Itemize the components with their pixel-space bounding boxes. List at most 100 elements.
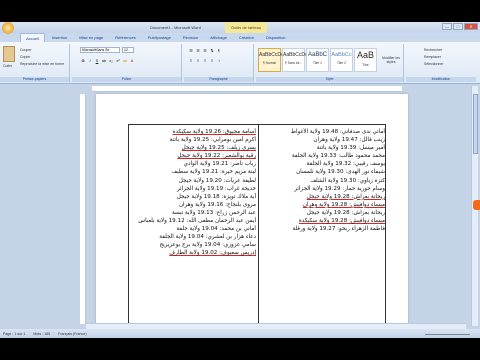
list-item: إدريس سعيوف: 19.02 ولاية الطارف (169, 250, 256, 257)
office-button[interactable] (2, 22, 14, 34)
tab-publipostage[interactable]: Publipostage (143, 33, 176, 42)
editing-group-label: Modification (406, 77, 476, 82)
list-item: فاطمة الزهراء ريحو: 19.27 ولاية ورقلة (292, 226, 385, 233)
subscript-button[interactable]: x₂ (108, 58, 114, 64)
page-count[interactable]: Page : 1 sur 1 (3, 332, 25, 336)
ribbon-tabs: Accueil Insertion Mise en page Référence… (0, 33, 480, 42)
italic-button[interactable]: I (87, 58, 93, 64)
list-item: أماني ندى صدفاني: 19.48 ولاية الأغواط (290, 129, 385, 135)
font-size-combo[interactable]: 12 (122, 47, 134, 53)
style-no-spacing-sample: AaBbCcDc (283, 52, 308, 58)
list-buttons: ☰ ☰ ☰ ⇅ ¶ (188, 48, 222, 54)
font-name-combo[interactable]: MicrosoftSans Se (80, 47, 120, 53)
highlight-icon[interactable]: ab (122, 58, 128, 64)
superscript-button[interactable]: x² (115, 58, 121, 64)
style-heading-1-caption: Titre 1 (313, 61, 322, 65)
sort-icon[interactable]: ⇅ (209, 48, 215, 54)
document-table[interactable]: أماني ندى صدفاني: 19.48 ولاية الأغواط زي… (128, 124, 386, 324)
tab-accueil[interactable]: Accueil (20, 33, 45, 42)
list-item: عبد الرحمن زراع: 19.13 ولاية تبسة (171, 209, 256, 216)
style-heading-2[interactable]: AaBbCc Titre 2 (330, 48, 353, 72)
font-format-buttons: G I S ab x₂ x² ab A (80, 58, 135, 64)
style-heading-2-caption: Titre 2 (337, 61, 346, 65)
list-item: ميساء دوافيش: 19.28 ولاية سكيكدة (298, 218, 385, 225)
vertical-ruler[interactable] (80, 94, 86, 324)
paste-label: Coller (3, 64, 13, 68)
replace-button[interactable]: Remplacer (424, 55, 441, 59)
align-buttons: ≡ ≡ ≡ ≡ ↕ (188, 58, 222, 64)
style-heading-1[interactable]: AaBbC Titre 1 (306, 48, 329, 72)
bullets-icon[interactable]: ☰ (188, 48, 194, 54)
cut-button[interactable]: Couper (20, 48, 31, 52)
title-bar: Document1 - Microsoft Word Outils de tab… (0, 22, 480, 34)
list-item: وسام حورية حمار: 19.29 ولاية الجزائر (294, 185, 385, 192)
minimize-button[interactable]: — (442, 23, 452, 30)
find-button[interactable]: Rechercher (424, 48, 442, 52)
list-item: لطيفة عريات: 19.20 ولاية جيجل (178, 177, 256, 184)
browse-object-icon[interactable] (473, 200, 480, 210)
list-item: دعاء هزار بن لعشري: 19.04 ولاية الجلفة (159, 234, 256, 241)
align-center-icon[interactable]: ≡ (195, 58, 201, 64)
clipboard-group-label: Presse-papiers (0, 77, 69, 82)
document-page[interactable]: أماني ندى صدفاني: 19.48 ولاية الأغواط زي… (96, 94, 408, 329)
format-painter-button[interactable]: Reproduire la mise en forme (20, 62, 64, 66)
line-spacing-icon[interactable]: ↕ (216, 58, 222, 64)
list-item: أسامة مجيوق: 19.26 ولاية سكيكدة (172, 129, 256, 135)
list-item: محمد محمود طالب: 19.33 ولاية الجلفة (291, 153, 385, 160)
word-window: Document1 - Microsoft Word Outils de tab… (0, 22, 480, 338)
font-group-label: Police (72, 77, 181, 82)
word-count[interactable]: Mots : 185 (33, 332, 50, 336)
numbering-icon[interactable]: ☰ (195, 48, 201, 54)
tab-creation[interactable]: Création (234, 33, 259, 42)
tab-insertion[interactable]: Insertion (47, 33, 72, 42)
select-button[interactable]: Sélectionner (424, 62, 443, 66)
list-item: آية ملاك تويزة: 19.18 ولاية جيجل (176, 193, 256, 200)
style-normal[interactable]: AaBbCcDc ¶ Normal (258, 48, 283, 72)
close-button[interactable]: ✕ (464, 23, 478, 30)
list-item: أمير ميسل: 19.39 ولاية باتنة (316, 145, 385, 152)
table-column-divider (258, 125, 259, 323)
list-item: لينة مريم خيرة: 19.21 ولاية سطيف (171, 169, 256, 176)
change-styles-button[interactable]: Modifier les styles (380, 56, 402, 64)
align-right-icon[interactable]: ≡ (202, 58, 208, 64)
tab-mise-en-page[interactable]: Mise en page (74, 33, 108, 42)
window-controls: — □ ✕ (442, 23, 478, 30)
multilevel-list-icon[interactable]: ☰ (202, 48, 208, 54)
list-item: يسرى زيلف: 19.25 ولاية جيجل (181, 145, 256, 152)
style-title-caption: Titre (362, 63, 369, 67)
font-color-icon[interactable]: A (129, 58, 135, 64)
align-left-icon[interactable]: ≡ (188, 58, 194, 64)
tab-references[interactable]: Références (110, 33, 140, 42)
language-indicator[interactable]: Français (France) (58, 332, 86, 336)
bold-button[interactable]: G (80, 58, 86, 64)
strikethrough-button[interactable]: ab (101, 58, 107, 64)
window-title: Document1 - Microsoft Word (150, 25, 201, 30)
underline-button[interactable]: S (94, 58, 100, 64)
list-item: أيمن عبد الرحمان مطفى الله: 19.12 ولاية … (138, 218, 256, 225)
list-item: خديجة غراب: 19.19 ولاية الجزائر (176, 185, 256, 192)
scrollbar-thumb[interactable] (473, 94, 478, 154)
table-left-column[interactable]: أسامة مجيوق: 19.26 ولاية سكيكدة أكرم أمي… (132, 128, 256, 258)
font-group: MicrosoftSans Se 12 G I S ab x₂ x² ab A … (72, 44, 182, 82)
paragraph-group-label: Paragraphe (184, 77, 253, 82)
list-item: ريحانة بعزاش: 19.28 ولاية جيجل (306, 193, 385, 200)
list-item: رباب ناصر: 19.21 ولاية الوادي (183, 161, 256, 168)
copy-button[interactable]: Copier (20, 55, 30, 59)
zoom-slider[interactable] (425, 331, 470, 335)
styles-group-label: Style (256, 77, 403, 82)
maximize-button[interactable]: □ (453, 23, 463, 30)
tab-affichage[interactable]: Affichage (205, 33, 232, 42)
status-bar: Page : 1 sur 1 Mots : 185 Français (Fran… (0, 329, 480, 338)
style-normal-caption: ¶ Normal (263, 61, 276, 65)
show-marks-icon[interactable]: ¶ (216, 48, 222, 54)
style-title[interactable]: AaB Titre (354, 48, 377, 72)
table-right-column[interactable]: أماني ندى صدفاني: 19.48 ولاية الأغواط زي… (261, 128, 385, 233)
paragraph-group: ☰ ☰ ☰ ⇅ ¶ ≡ ≡ ≡ ≡ ↕ Paragraphe (184, 44, 254, 82)
style-no-spacing[interactable]: AaBbCcDc ¶ Sans int... (282, 48, 308, 72)
horizontal-ruler[interactable] (92, 86, 402, 92)
justify-icon[interactable]: ≡ (209, 58, 215, 64)
list-item: سامي عزوزي: 19.04 ولاية برج بوعريريج (159, 242, 256, 249)
paste-button[interactable] (3, 46, 15, 62)
tab-revision[interactable]: Révision (178, 33, 203, 42)
tab-disposition[interactable]: Disposition (261, 33, 291, 42)
